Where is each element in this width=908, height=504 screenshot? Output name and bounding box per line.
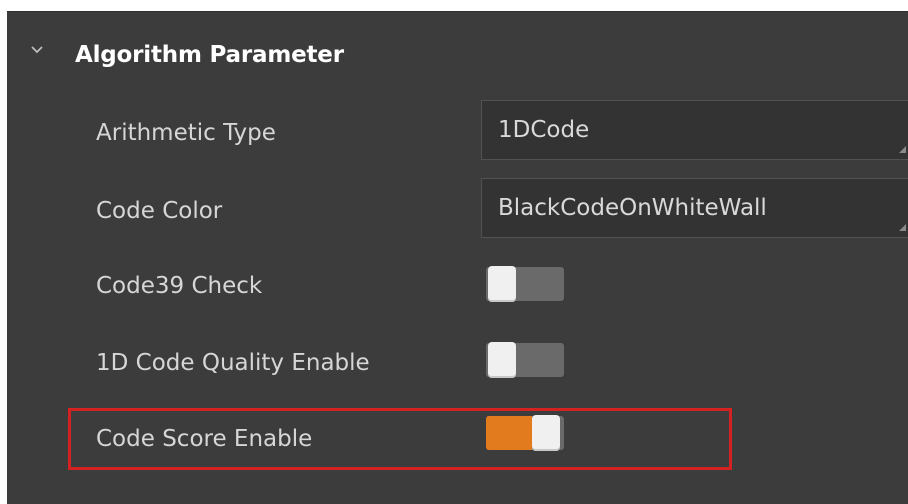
code-color-label: Code Color: [96, 198, 223, 224]
score-enable-toggle[interactable]: [486, 415, 564, 451]
toggle-knob: [488, 342, 516, 378]
arithmetic-type-label: Arithmetic Type: [96, 120, 276, 146]
quality-enable-toggle[interactable]: [486, 342, 564, 378]
section-header-algorithm-parameter[interactable]: Algorithm Parameter: [7, 12, 908, 84]
dropdown-grip-icon: [899, 224, 906, 231]
toggle-knob: [488, 266, 516, 302]
code39-check-label: Code39 Check: [96, 273, 263, 299]
quality-enable-label: 1D Code Quality Enable: [96, 350, 370, 376]
code39-check-toggle[interactable]: [486, 266, 564, 302]
toggle-knob: [532, 415, 560, 451]
score-enable-label: Code Score Enable: [96, 426, 313, 452]
algorithm-parameter-panel: Algorithm Parameter Arithmetic Type 1DCo…: [7, 11, 908, 504]
code-color-select[interactable]: BlackCodeOnWhiteWall: [481, 178, 908, 238]
dropdown-grip-icon: [899, 146, 906, 153]
section-title: Algorithm Parameter: [75, 42, 344, 68]
toggle-fill: [486, 416, 532, 450]
arithmetic-type-select[interactable]: 1DCode: [481, 100, 908, 160]
code-color-value: BlackCodeOnWhiteWall: [498, 195, 767, 221]
arithmetic-type-value: 1DCode: [498, 117, 590, 143]
chevron-down-icon[interactable]: [31, 46, 43, 54]
